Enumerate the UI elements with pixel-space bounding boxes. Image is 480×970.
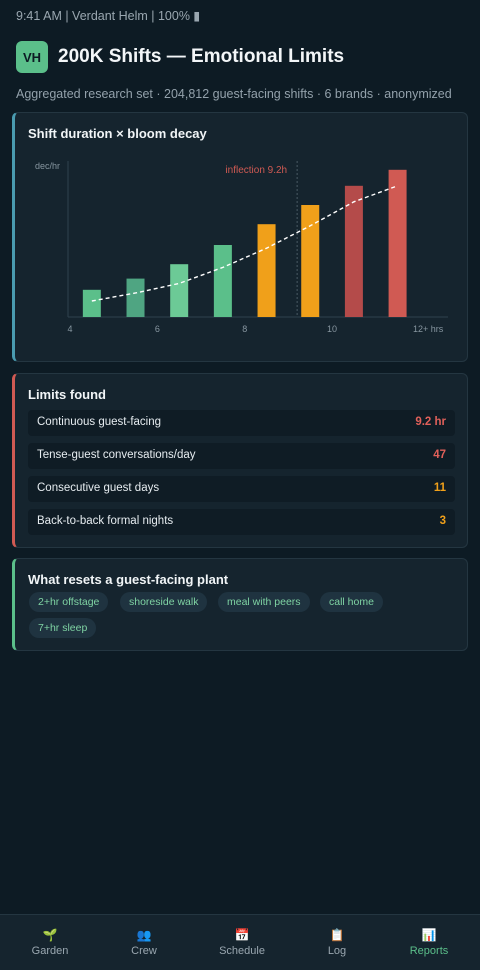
limit-row-continuous-guest-facing[interactable]: Continuous guest-facing 9.2 hr	[28, 410, 455, 436]
nav-label: Crew	[131, 945, 157, 957]
limit-row-consecutive-guest-days[interactable]: Consecutive guest days 11	[28, 476, 455, 502]
limit-label: Back-to-back formal nights	[37, 515, 174, 527]
chart-card: dec/hr inflection 9.2h 4 6 8 10 12+ hrs Shift …	[12, 112, 468, 362]
y-axis-label: dec/hr	[35, 161, 60, 171]
nav-item-garden[interactable]: 🌱 Garden	[2, 915, 98, 970]
x-tick-label: 4	[67, 324, 72, 334]
x-tick-label: 8	[242, 324, 247, 334]
sprout-icon: 🌱	[42, 928, 58, 942]
chart-card-title: Shift duration × bloom decay	[28, 126, 207, 141]
resets-card: What resets a guest-facing plant 2+hr of…	[12, 558, 468, 651]
nav-item-reports[interactable]: 📊 Reports	[381, 915, 477, 970]
avatar[interactable]: VH	[16, 41, 48, 73]
calendar-icon: 📅	[234, 928, 250, 942]
bottom-nav: 🌱 Garden 👥 Crew 📅 Schedule 📋 Log 📊 Repor…	[0, 914, 480, 970]
limit-value: 3	[439, 515, 446, 527]
page-title: 200K Shifts — Emotional Limits	[58, 46, 345, 67]
reset-chip[interactable]: 7+hr sleep	[29, 618, 97, 638]
limit-value: 9.2 hr	[415, 416, 446, 428]
resets-card-title: What resets a guest-facing plant	[28, 572, 229, 587]
nav-label: Log	[327, 945, 347, 957]
nav-label: Reports	[409, 945, 449, 957]
nav-item-schedule[interactable]: 📅 Schedule	[194, 915, 290, 970]
limit-row-back-to-back-formal-nights[interactable]: Back-to-back formal nights 3	[28, 509, 455, 535]
bar	[170, 264, 189, 317]
limit-row-tense-guest-conversations[interactable]: Tense-guest conversations/day 47	[28, 443, 455, 469]
header: VH 200K Shifts — Emotional Limits	[16, 41, 344, 73]
limit-value: 47	[433, 449, 446, 461]
bar	[388, 169, 407, 317]
reset-chip[interactable]: shoreside walk	[120, 592, 208, 612]
x-tick-label: 6	[155, 324, 160, 334]
limit-label: Continuous guest-facing	[37, 416, 162, 428]
bar-chart: dec/hr inflection 9.2h 4 6 8 10 12+ hrs	[35, 161, 448, 334]
limit-label: Tense-guest conversations/day	[37, 449, 196, 461]
limit-value: 11	[433, 482, 446, 494]
nav-label: Schedule	[219, 945, 265, 957]
page-subtitle: Aggregated research set · 204,812 guest-…	[16, 87, 452, 101]
nav-label: Garden	[31, 945, 69, 957]
bar	[126, 278, 145, 317]
bar	[82, 289, 101, 317]
reset-chip[interactable]: meal with peers	[218, 592, 310, 612]
nav-item-crew[interactable]: 👥 Crew	[96, 915, 192, 970]
x-tick-label: 12+ hrs	[413, 324, 444, 334]
reset-chip[interactable]: 2+hr offstage	[29, 592, 109, 612]
status-bar: 9:41 AM | Verdant Helm | 100% ▮	[16, 9, 201, 23]
limit-label: Consecutive guest days	[37, 482, 160, 494]
reset-chip[interactable]: call home	[320, 592, 383, 612]
limits-card: Limits found Continuous guest-facing 9.2…	[12, 373, 468, 548]
bar	[257, 224, 276, 317]
inflection-label: inflection 9.2h	[225, 165, 287, 176]
clipboard-icon: 📋	[329, 928, 345, 942]
crew-icon: 👥	[136, 928, 152, 942]
bar-chart-icon: 📊	[421, 928, 437, 942]
x-tick-label: 10	[327, 324, 337, 334]
limits-card-title: Limits found	[28, 387, 106, 402]
nav-item-log[interactable]: 📋 Log	[289, 915, 385, 970]
bar	[213, 245, 232, 317]
